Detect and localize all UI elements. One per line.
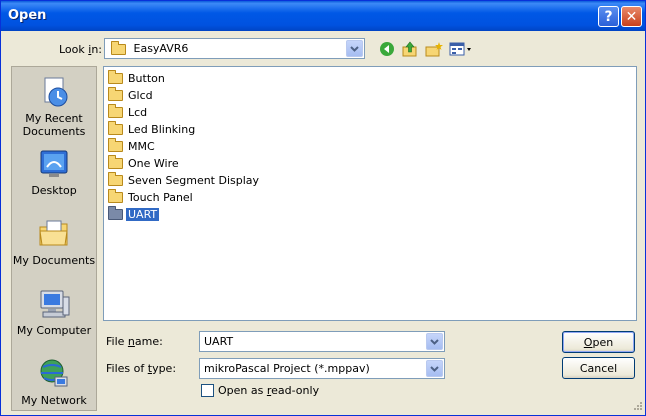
close-button[interactable]: ✕	[621, 6, 642, 27]
list-item[interactable]: One Wire	[108, 154, 181, 171]
close-icon: ✕	[625, 8, 638, 25]
files-of-type-select[interactable]: mikroPascal Project (*.mppav)	[199, 358, 445, 379]
resize-grip-icon[interactable]	[629, 399, 643, 413]
look-in-combo[interactable]: EasyAVR6	[104, 38, 365, 59]
chevron-down-icon[interactable]	[426, 333, 443, 350]
open-button[interactable]: Open	[562, 331, 635, 353]
open-as-read-only-checkbox[interactable]	[201, 384, 214, 397]
back-icon	[380, 42, 394, 56]
up-folder-button[interactable]	[400, 39, 420, 59]
list-item[interactable]: Touch Panel	[108, 188, 195, 205]
new-folder-icon	[425, 42, 443, 57]
look-in-label: Look in:	[59, 43, 103, 56]
folder-icon	[108, 188, 123, 203]
list-item[interactable]: Lcd	[108, 103, 149, 120]
look-in-value: EasyAVR6	[133, 42, 189, 55]
list-item[interactable]: Seven Segment Display	[108, 171, 261, 188]
file-list[interactable]: Button Glcd Lcd Led Blinking MMC One Wir…	[103, 66, 637, 321]
folder-icon	[108, 154, 123, 169]
list-item-selected[interactable]: UART	[108, 205, 161, 222]
folder-icon	[108, 171, 123, 186]
folder-icon	[111, 40, 126, 55]
view-menu-button[interactable]	[448, 39, 474, 59]
file-name-input[interactable]: UART	[199, 331, 445, 352]
places-bar: My Recent Documents Desktop My Documents…	[11, 66, 97, 411]
open-as-read-only-label[interactable]: Open as read-only	[218, 384, 319, 397]
place-desktop[interactable]: Desktop	[12, 147, 96, 197]
help-icon: ?	[604, 8, 613, 25]
up-folder-icon	[402, 41, 417, 57]
recent-documents-icon	[44, 77, 68, 107]
place-my-documents[interactable]: My Documents	[12, 217, 96, 267]
new-folder-button[interactable]	[424, 39, 444, 59]
my-documents-icon	[39, 220, 68, 246]
file-name-label: File name:	[106, 335, 163, 348]
place-my-network[interactable]: My Network	[12, 357, 96, 407]
list-item[interactable]: Led Blinking	[108, 120, 197, 137]
my-network-icon	[40, 359, 68, 387]
title-bar[interactable]: Open ? ✕	[1, 1, 645, 31]
folder-icon	[108, 120, 123, 135]
place-my-recent-documents[interactable]: My Recent Documents	[12, 75, 96, 138]
my-computer-icon	[40, 290, 70, 318]
folder-icon	[108, 86, 123, 101]
window-title: Open	[8, 8, 47, 23]
desktop-icon	[40, 150, 68, 177]
open-dialog: Open ? ✕ Look in: EasyAVR6 My Recent Doc…	[0, 0, 646, 416]
cancel-button[interactable]: Cancel	[562, 357, 635, 379]
folder-icon	[108, 69, 123, 84]
list-item[interactable]: Glcd	[108, 86, 155, 103]
chevron-down-icon[interactable]	[426, 360, 443, 377]
folder-icon	[108, 205, 123, 220]
back-button[interactable]	[377, 39, 397, 59]
place-my-computer[interactable]: My Computer	[12, 287, 96, 337]
chevron-down-icon[interactable]	[346, 40, 363, 57]
folder-icon	[108, 103, 123, 118]
list-item[interactable]: MMC	[108, 137, 157, 154]
folder-icon	[108, 137, 123, 152]
help-button[interactable]: ?	[598, 6, 619, 27]
view-menu-icon	[449, 42, 471, 56]
files-of-type-label: Files of type:	[106, 362, 177, 375]
list-item[interactable]: Button	[108, 69, 167, 86]
